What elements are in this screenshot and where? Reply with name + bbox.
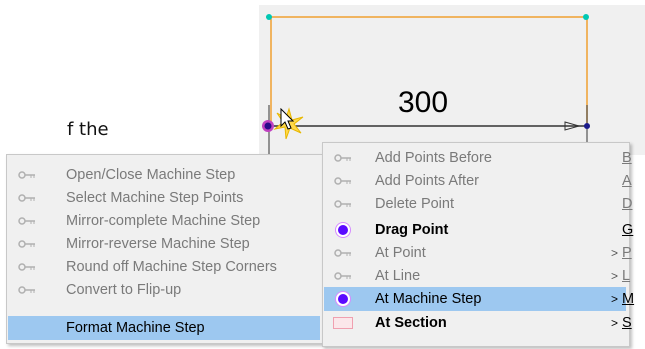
key-icon [16, 168, 38, 182]
menu-item-label: Round off Machine Step Corners [66, 258, 277, 275]
shortcut-key: G [622, 221, 634, 238]
key-icon [332, 269, 354, 283]
machine-step-drawing [262, 14, 590, 155]
menu-item-open-close-machine-step[interactable]: Open/Close Machine Step [8, 163, 320, 186]
key-icon [16, 214, 38, 228]
shortcut-key: M [622, 291, 635, 307]
handle-top-left[interactable] [266, 14, 272, 20]
radio-icon [332, 292, 354, 306]
menu-item-at-section[interactable]: At Section S > [324, 311, 632, 335]
menu-item-label: Format Machine Step [66, 320, 205, 336]
key-icon [332, 151, 354, 165]
menu-item-select-machine-step-points[interactable]: Select Machine Step Points [8, 186, 320, 209]
menu-item-add-points-after[interactable]: Add Points After A [324, 169, 632, 192]
shortcut-key: A [622, 172, 632, 189]
menu-item-label: At Line [375, 267, 421, 284]
machine-step-menu: Open/Close Machine Step Select Machine S… [6, 154, 324, 344]
menu-item-add-points-before[interactable]: Add Points Before B [324, 146, 632, 169]
submenu-arrow-icon: > [611, 316, 619, 330]
submenu-arrow-icon: > [611, 292, 619, 306]
menu-item-label: Add Points After [375, 172, 479, 189]
radio-icon [332, 222, 354, 237]
handle-top-right[interactable] [583, 14, 589, 20]
menu-item-label: Mirror-reverse Machine Step [66, 235, 250, 252]
shortcut-key: S [622, 315, 632, 331]
shortcut-key: B [622, 149, 632, 166]
menu-item-mirror-complete-machine-step[interactable]: Mirror-complete Machine Step [8, 209, 320, 232]
menu-item-label: Open/Close Machine Step [66, 166, 236, 183]
shortcut-key: P [622, 244, 632, 261]
key-icon [16, 283, 38, 297]
menu-item-at-line[interactable]: At Line L > [324, 264, 630, 287]
key-icon [16, 237, 38, 251]
key-icon [332, 174, 354, 188]
menu-item-at-machine-step[interactable]: At Machine Step M > [324, 287, 634, 311]
menu-item-label: Convert to Flip-up [66, 281, 182, 298]
menu-item-mirror-reverse-machine-step[interactable]: Mirror-reverse Machine Step [8, 232, 320, 255]
selected-point[interactable] [264, 122, 272, 130]
menu-item-delete-point[interactable]: Delete Point D [324, 192, 632, 215]
menu-item-label: At Section [375, 315, 447, 331]
menu-item-label: At Point [375, 244, 426, 261]
menu-item-drag-point[interactable]: Drag Point G [324, 218, 633, 241]
menu-item-label: Drag Point [375, 221, 449, 238]
menu-item-label: Delete Point [375, 195, 454, 212]
menu-item-label: Select Machine Step Points [66, 189, 244, 206]
key-icon [332, 246, 354, 260]
menu-item-label: Mirror-complete Machine Step [66, 212, 261, 229]
dimension-label: 300 [398, 86, 449, 119]
menu-item-round-off-corners[interactable]: Round off Machine Step Corners [8, 255, 320, 278]
key-icon [16, 260, 38, 274]
menu-item-label: At Machine Step [375, 291, 482, 307]
submenu-arrow-icon: > [611, 268, 619, 283]
drawing-canvas[interactable] [259, 5, 645, 155]
shortcut-key: D [622, 195, 633, 212]
menu-item-label: Add Points Before [375, 149, 492, 166]
menu-item-convert-to-flip-up[interactable]: Convert to Flip-up [8, 278, 320, 301]
key-icon [16, 191, 38, 205]
point-menu: Add Points Before B Add Points After A D… [322, 142, 634, 347]
rectangle-icon [332, 316, 354, 330]
menu-item-format-machine-step[interactable]: Format Machine Step [8, 316, 320, 340]
background-text: f the [67, 119, 109, 140]
shortcut-key: L [622, 267, 631, 284]
mouse-pointer-icon [280, 108, 295, 130]
menu-item-at-point[interactable]: At Point P > [324, 241, 632, 264]
key-icon [332, 197, 354, 211]
point-end[interactable] [584, 123, 590, 129]
submenu-arrow-icon: > [611, 245, 619, 260]
